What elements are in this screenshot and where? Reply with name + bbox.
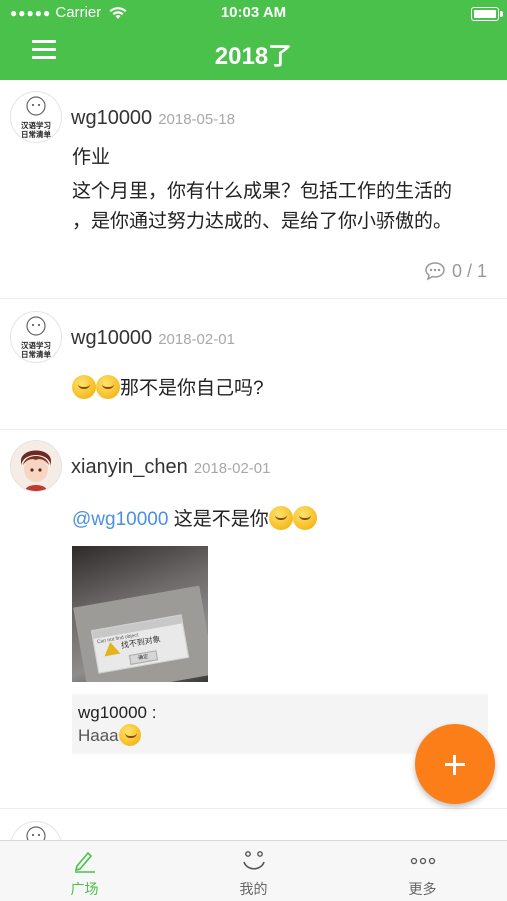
post-author[interactable]: wg10000 2018-02-01 xyxy=(71,327,235,350)
tab-more[interactable]: 更多 xyxy=(338,841,507,901)
page-title: 2018了 xyxy=(214,43,293,70)
emoji-icon xyxy=(292,506,317,530)
avatar-caption-2: 日常清单 xyxy=(21,349,51,359)
post-body-text: 那不是你自己吗? xyxy=(120,378,264,399)
avatar-caption-1: 汉语学习 xyxy=(21,120,51,130)
sketch-face-icon: 汉语学习 日常清单 xyxy=(21,96,51,139)
post-photo[interactable]: Can not find object 找不到对象 确定 xyxy=(72,546,208,682)
mention-link[interactable]: @wg10000 xyxy=(72,509,168,530)
avatar-caption-2: 日常清单 xyxy=(21,129,51,139)
comment-counter[interactable]: 0 / 1 xyxy=(424,261,487,282)
app-header: ●●●●● Carrier 10:03 AM 2018了 xyxy=(0,0,507,80)
smiley-face-icon xyxy=(243,851,265,870)
photo-dialog-ok: 确定 xyxy=(128,650,159,665)
sketch-face-icon xyxy=(26,826,46,840)
status-bar: ●●●●● Carrier 10:03 AM xyxy=(0,4,507,24)
user-avatar[interactable] xyxy=(10,440,62,492)
post-item[interactable]: 汉语学习 日常清单 wg10000 2018-05-18 作业 这个月里，你有什么… xyxy=(0,80,507,299)
avatar-caption-1: 汉语学习 xyxy=(21,340,51,350)
comment-author[interactable]: wg10000 : xyxy=(78,702,482,724)
counter-value: 0 / 1 xyxy=(451,261,487,281)
tab-mine[interactable]: 我的 xyxy=(169,841,338,901)
post-item[interactable]: wg10000 xyxy=(0,809,507,840)
sketch-face-icon: 汉语学习 日常清单 xyxy=(21,316,51,359)
user-avatar[interactable] xyxy=(10,821,62,840)
post-date: 2018-02-01 xyxy=(193,460,271,477)
post-author[interactable]: wg10000 2018-05-18 xyxy=(71,107,235,130)
comment-text: Haaa xyxy=(78,726,119,745)
post-body: 那不是你自己吗? xyxy=(72,373,264,405)
photo-ok-label: 确定 xyxy=(137,653,149,662)
username[interactable]: wg10000 xyxy=(71,107,152,129)
thinking-emoji-icon xyxy=(118,724,141,746)
tab-label: 广场 xyxy=(70,881,99,897)
emoji-icon xyxy=(268,506,293,530)
user-avatar[interactable]: 汉语学习 日常清单 xyxy=(10,311,62,363)
username[interactable]: wg10000 xyxy=(71,327,152,349)
post-title: 作业 xyxy=(72,147,111,168)
anime-avatar-icon xyxy=(11,441,61,491)
status-time: 10:03 AM xyxy=(220,4,287,21)
add-post-button[interactable] xyxy=(415,724,495,804)
post-body-line-1: 这个月里，你有什么成果？包括工作的生活的 xyxy=(72,181,453,202)
post-author[interactable]: xianyin_chen 2018-02-01 xyxy=(71,456,270,479)
post-date: 2018-02-01 xyxy=(158,331,235,348)
tab-label: 更多 xyxy=(408,881,437,897)
battery-icon xyxy=(471,7,503,21)
emoji-icon xyxy=(72,375,96,399)
username[interactable]: xianyin_chen xyxy=(71,456,188,478)
tab-bar: 广场 我的 更多 xyxy=(0,840,507,901)
warning-icon xyxy=(102,640,121,657)
comment-bubble-icon xyxy=(425,262,445,281)
emoji-icon xyxy=(96,375,120,399)
post-item[interactable]: 汉语学习 日常清单 wg10000 2018-02-01 那不是你自己吗? xyxy=(0,299,507,430)
post-date: 2018-05-18 xyxy=(158,111,235,128)
post-feed[interactable]: 汉语学习 日常清单 wg10000 2018-05-18 作业 这个月里，你有什么… xyxy=(0,80,507,840)
more-dots-icon xyxy=(410,857,436,865)
post-body: @wg10000 这是不是你 xyxy=(72,504,317,536)
square-pen-icon xyxy=(74,851,95,873)
tab-square[interactable]: 广场 xyxy=(0,841,169,901)
user-avatar[interactable]: 汉语学习 日常清单 xyxy=(10,91,62,143)
tab-label: 我的 xyxy=(239,881,268,897)
post-body-text: 这是不是你 xyxy=(173,509,269,530)
post-body-line-2: ，是你通过努力达成的、是给了你小骄傲的。 xyxy=(72,211,453,232)
